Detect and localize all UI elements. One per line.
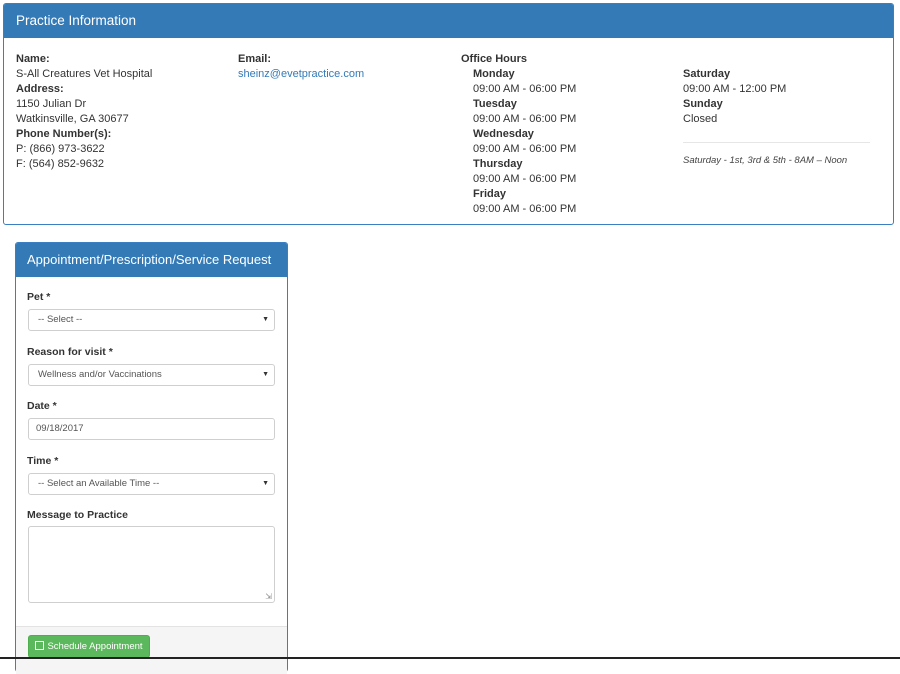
fax-number: F: (564) 852-9632 <box>16 158 105 170</box>
message-label: Message to Practice <box>27 509 128 521</box>
day-name: Tuesday <box>473 98 517 110</box>
office-hours-label: Office Hours <box>461 53 528 65</box>
phone-number: P: (866) 973-3622 <box>16 143 105 155</box>
message-textarea[interactable]: ⇲ <box>28 526 275 603</box>
hours-tuesday: Tuesday 09:00 AM - 06:00 PM <box>461 97 576 127</box>
day-name: Saturday <box>683 68 731 80</box>
day-hours: 09:00 AM - 06:00 PM <box>473 143 577 155</box>
appointment-request-panel: Appointment/Prescription/Service Request… <box>15 242 288 674</box>
floppy-disk-icon <box>35 641 45 650</box>
practice-email-column: Email: sheinz@evetpractice.com <box>238 52 364 82</box>
day-hours: 09:00 AM - 06:00 PM <box>473 113 577 125</box>
reason-select-value: Wellness and/or Vaccinations <box>38 369 162 380</box>
phone-label: Phone Number(s): <box>16 128 112 140</box>
date-input-value: 09/18/2017 <box>36 423 84 434</box>
pet-select-value: -- Select -- <box>38 314 83 325</box>
pet-label: Pet * <box>27 291 51 303</box>
time-label: Time * <box>27 455 59 467</box>
practice-contact-column: Name: S-All Creatures Vet Hospital Addre… <box>16 52 152 172</box>
day-name: Monday <box>473 68 515 80</box>
address-line1: 1150 Julian Dr <box>16 98 87 110</box>
hours-wednesday: Wednesday 09:00 AM - 06:00 PM <box>461 127 576 157</box>
schedule-appointment-button[interactable]: Schedule Appointment <box>28 635 150 658</box>
chevron-down-icon: ▼ <box>262 480 269 487</box>
pet-select[interactable]: -- Select -- ▼ <box>28 309 275 331</box>
day-hours: 09:00 AM - 06:00 PM <box>473 83 577 95</box>
hours-saturday: Saturday 09:00 AM - 12:00 PM <box>683 67 870 97</box>
hours-friday: Friday 09:00 AM - 06:00 PM <box>461 187 576 217</box>
practice-info-panel: Practice Information Name: S-All Creatur… <box>3 3 894 225</box>
practice-name: S-All Creatures Vet Hospital <box>16 68 153 80</box>
address-line2: Watkinsville, GA 30677 <box>16 113 129 125</box>
chevron-down-icon: ▼ <box>262 316 269 323</box>
reason-select[interactable]: Wellness and/or Vaccinations ▼ <box>28 364 275 386</box>
appointment-request-heading: Appointment/Prescription/Service Request <box>16 243 287 277</box>
time-select[interactable]: -- Select an Available Time -- ▼ <box>28 473 275 495</box>
name-label: Name: <box>16 53 50 65</box>
hours-note: Saturday - 1st, 3rd & 5th - 8AM – Noon <box>683 155 848 166</box>
practice-info-heading: Practice Information <box>4 4 893 38</box>
hours-thursday: Thursday 09:00 AM - 06:00 PM <box>461 157 576 187</box>
day-name: Thursday <box>473 158 523 170</box>
date-label: Date * <box>27 400 57 412</box>
weekend-hours-column: Saturday 09:00 AM - 12:00 PM Sunday Clos… <box>683 67 870 168</box>
hours-monday: Monday 09:00 AM - 06:00 PM <box>461 67 576 97</box>
time-select-value: -- Select an Available Time -- <box>38 478 160 489</box>
day-name: Friday <box>473 188 507 200</box>
resize-handle-icon[interactable]: ⇲ <box>265 593 272 601</box>
form-footer: Schedule Appointment <box>16 626 287 674</box>
reason-label: Reason for visit * <box>27 346 113 358</box>
schedule-appointment-label: Schedule Appointment <box>47 641 143 652</box>
address-label: Address: <box>16 83 64 95</box>
day-hours: Closed <box>683 113 718 125</box>
day-hours: 09:00 AM - 06:00 PM <box>473 173 577 185</box>
email-link[interactable]: sheinz@evetpractice.com <box>238 67 364 82</box>
divider <box>683 142 870 143</box>
email-label: Email: <box>238 53 272 65</box>
chevron-down-icon: ▼ <box>262 371 269 378</box>
day-name: Sunday <box>683 98 723 110</box>
day-hours: 09:00 AM - 12:00 PM <box>683 83 787 95</box>
day-hours: 09:00 AM - 06:00 PM <box>473 203 577 215</box>
office-hours-column: Office Hours Monday 09:00 AM - 06:00 PM … <box>461 52 576 217</box>
day-name: Wednesday <box>473 128 534 140</box>
date-input[interactable]: 09/18/2017 <box>28 418 275 440</box>
hours-sunday: Sunday Closed <box>683 97 870 127</box>
